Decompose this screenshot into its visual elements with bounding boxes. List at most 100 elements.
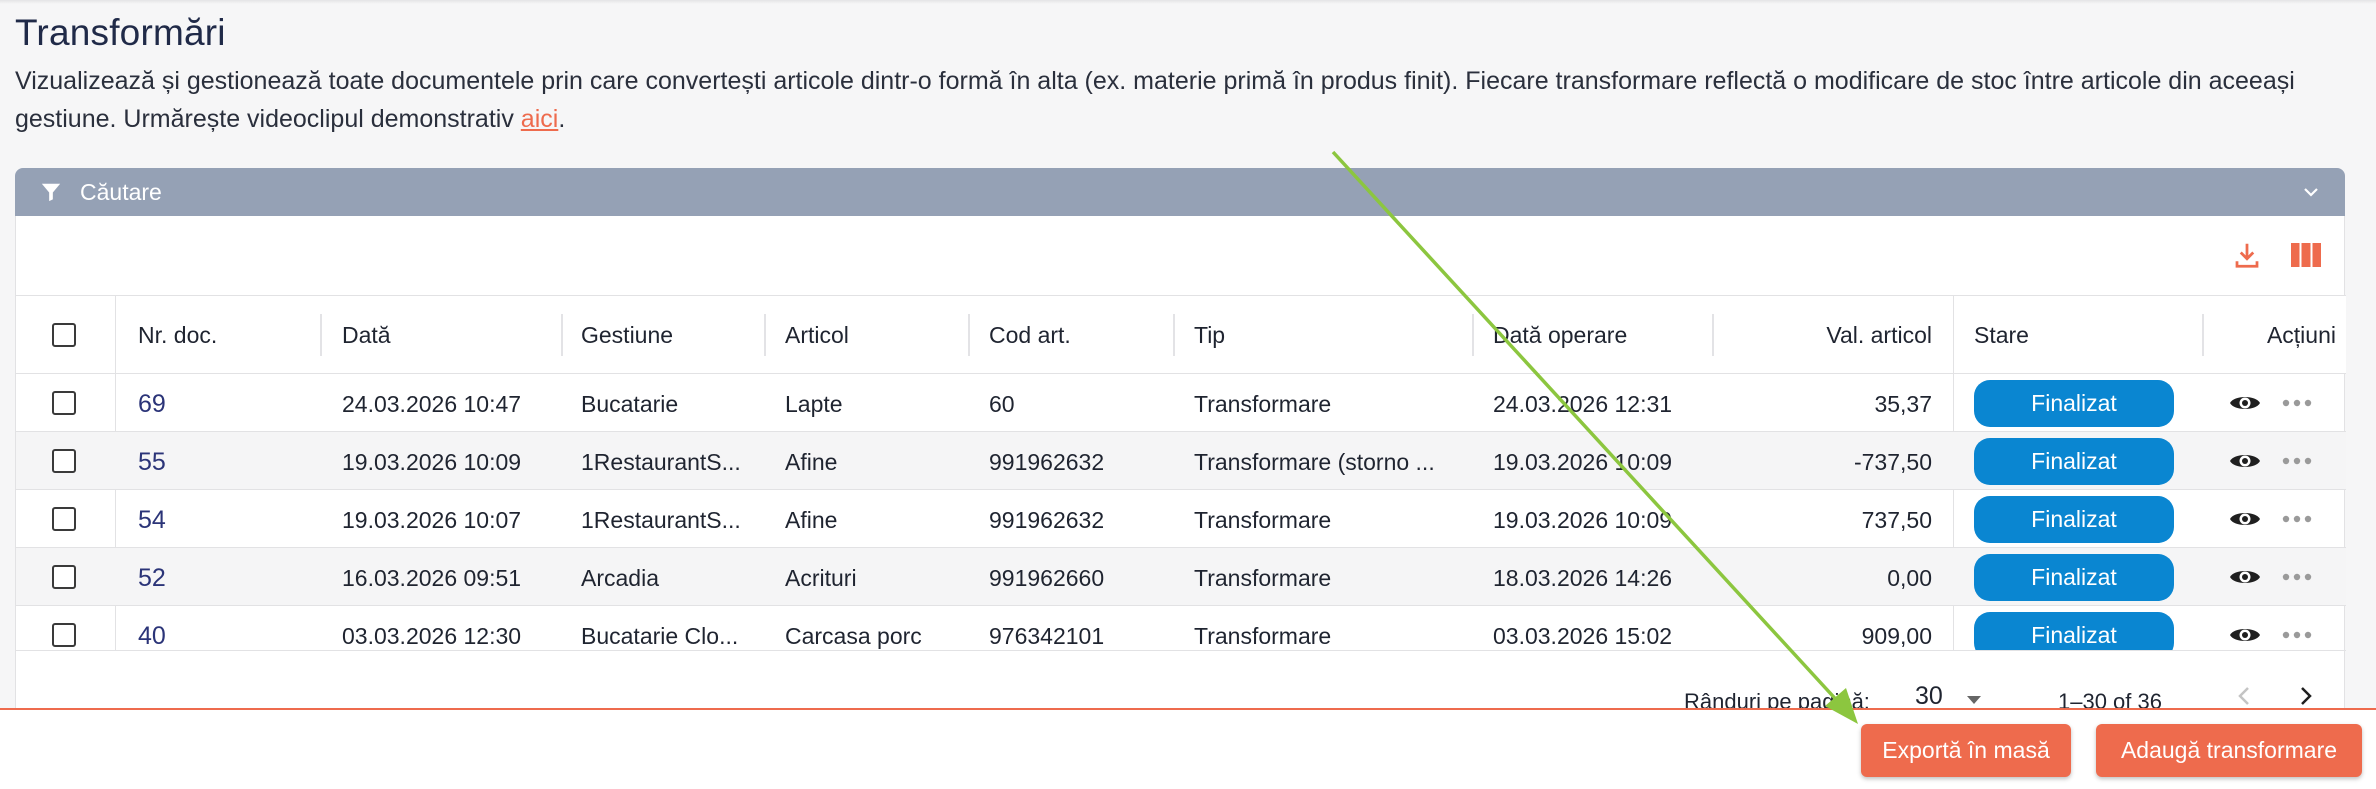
- page-title: Transformări: [15, 12, 226, 53]
- cell-data-operare: 24.03.2026 12:31: [1493, 391, 1673, 417]
- doc-number-link[interactable]: 55: [138, 448, 166, 477]
- cell-tip: Transformare: [1194, 507, 1332, 533]
- column-separator: [968, 314, 970, 356]
- column-separator: [1173, 314, 1175, 356]
- export-bulk-button[interactable]: Exportă în masă: [1861, 724, 2071, 777]
- row-checkbox[interactable]: [52, 507, 76, 531]
- next-page-icon[interactable]: [2296, 684, 2316, 708]
- column-separator: [561, 314, 563, 356]
- cell-val-articol: 35,37: [1874, 391, 1932, 417]
- col-header-tip[interactable]: Tip: [1194, 296, 1225, 375]
- doc-number-link[interactable]: 54: [138, 506, 166, 535]
- status-badge[interactable]: Finalizat: [1974, 380, 2174, 427]
- column-separator: [320, 314, 322, 356]
- cell-data-operare: 03.03.2026 15:02: [1493, 623, 1673, 649]
- page-description: Vizualizează și gestionează toate docume…: [15, 62, 2345, 138]
- more-options-icon[interactable]: [2282, 631, 2312, 639]
- previous-page-icon[interactable]: [2234, 684, 2254, 708]
- status-badge[interactable]: Finalizat: [1974, 438, 2174, 485]
- col-header-gestiune[interactable]: Gestiune: [581, 296, 673, 375]
- row-checkbox[interactable]: [52, 565, 76, 589]
- eye-icon[interactable]: [2229, 566, 2261, 588]
- cell-val-articol: 737,50: [1861, 507, 1932, 533]
- row-checkbox[interactable]: [52, 391, 76, 415]
- top-shadow: [0, 0, 2376, 4]
- more-options-icon[interactable]: [2282, 515, 2312, 523]
- more-options-icon[interactable]: [2282, 573, 2312, 581]
- cell-val-articol: -737,50: [1853, 449, 1932, 475]
- description-end: .: [558, 105, 566, 133]
- cell-cod-art: 991962632: [989, 507, 1105, 533]
- table-row[interactable]: 55 19.03.2026 10:09 1RestaurantS... Afin…: [16, 432, 2346, 490]
- doc-number-link[interactable]: 69: [138, 390, 166, 419]
- cell-cod-art: 991962660: [989, 565, 1105, 591]
- cell-gestiune: Bucatarie Clo...: [581, 623, 739, 649]
- cell-data-operare: 19.03.2026 10:09: [1493, 507, 1673, 533]
- cell-val-articol: 0,00: [1887, 565, 1932, 591]
- table-row[interactable]: 54 19.03.2026 10:07 1RestaurantS... Afin…: [16, 490, 2346, 548]
- status-badge[interactable]: Finalizat: [1974, 612, 2174, 650]
- cell-gestiune: Arcadia: [581, 565, 659, 591]
- table-header: Nr. doc. Dată Gestiune Articol Cod art. …: [16, 295, 2346, 374]
- col-header-nr-doc[interactable]: Nr. doc.: [138, 296, 217, 375]
- eye-icon[interactable]: [2229, 392, 2261, 414]
- cell-articol: Afine: [785, 507, 838, 533]
- cell-tip: Transformare: [1194, 623, 1332, 649]
- cell-cod-art: 991962632: [989, 449, 1105, 475]
- cell-data: 24.03.2026 10:47: [342, 391, 522, 417]
- select-all-checkbox[interactable]: [52, 323, 76, 347]
- table-row[interactable]: 69 24.03.2026 10:47 Bucatarie Lapte 60 T…: [16, 374, 2346, 432]
- eye-icon[interactable]: [2229, 508, 2261, 530]
- doc-number-link[interactable]: 40: [138, 622, 166, 650]
- table-row[interactable]: 52 16.03.2026 09:51 Arcadia Acrituri 991…: [16, 548, 2346, 606]
- eye-icon[interactable]: [2229, 624, 2261, 646]
- cell-cod-art: 60: [989, 391, 1015, 417]
- download-icon[interactable]: [2230, 238, 2264, 272]
- cell-data-operare: 18.03.2026 14:26: [1493, 565, 1673, 591]
- add-transformation-button[interactable]: Adaugă transformare: [2096, 724, 2362, 777]
- more-options-icon[interactable]: [2282, 457, 2312, 465]
- col-header-val-articol[interactable]: Val. articol: [1732, 296, 1932, 375]
- cell-articol: Lapte: [785, 391, 843, 417]
- cell-tip: Transformare: [1194, 391, 1332, 417]
- video-link[interactable]: aici: [521, 105, 559, 133]
- more-options-icon[interactable]: [2282, 399, 2312, 407]
- search-panel-header[interactable]: Căutare: [15, 168, 2345, 216]
- col-header-data[interactable]: Dată: [342, 296, 391, 375]
- cell-tip: Transformare: [1194, 565, 1332, 591]
- cell-gestiune: 1RestaurantS...: [581, 449, 741, 475]
- cell-cod-art: 976342101: [989, 623, 1105, 649]
- filter-icon: [41, 183, 61, 202]
- cell-gestiune: 1RestaurantS...: [581, 507, 741, 533]
- cell-data: 19.03.2026 10:09: [342, 449, 522, 475]
- cell-data: 16.03.2026 09:51: [342, 565, 522, 591]
- doc-number-link[interactable]: 52: [138, 564, 166, 593]
- table-row[interactable]: 40 03.03.2026 12:30 Bucatarie Clo... Car…: [16, 606, 2346, 650]
- eye-icon[interactable]: [2229, 450, 2261, 472]
- rows-per-page-select[interactable]: 30: [1915, 682, 1943, 711]
- cell-articol: Acrituri: [785, 565, 857, 591]
- cell-val-articol: 909,00: [1861, 623, 1932, 649]
- description-text: Vizualizează și gestionează toate docume…: [15, 67, 2295, 133]
- columns-icon[interactable]: [2289, 238, 2323, 272]
- search-label: Căutare: [80, 178, 162, 205]
- cell-tip: Transformare (storno ...: [1194, 449, 1435, 475]
- table-footer-divider: [16, 650, 2346, 651]
- row-checkbox[interactable]: [52, 623, 76, 647]
- col-header-data-operare[interactable]: Dată operare: [1493, 296, 1627, 375]
- col-header-articol[interactable]: Articol: [785, 296, 849, 375]
- row-checkbox[interactable]: [52, 449, 76, 473]
- column-separator: [1712, 314, 1714, 356]
- status-badge[interactable]: Finalizat: [1974, 496, 2174, 543]
- chevron-down-icon[interactable]: [2299, 180, 2323, 204]
- cell-data: 19.03.2026 10:07: [342, 507, 522, 533]
- cell-data-operare: 19.03.2026 10:09: [1493, 449, 1673, 475]
- chevron-down-icon[interactable]: [1964, 694, 1984, 706]
- status-badge[interactable]: Finalizat: [1974, 554, 2174, 601]
- cell-gestiune: Bucatarie: [581, 391, 679, 417]
- cell-articol: Afine: [785, 449, 838, 475]
- col-header-cod-art[interactable]: Cod art.: [989, 296, 1071, 375]
- table-card: Nr. doc. Dată Gestiune Articol Cod art. …: [15, 216, 2346, 714]
- col-header-stare[interactable]: Stare: [1974, 296, 2029, 375]
- col-header-actiuni: Acțiuni: [2266, 322, 2336, 348]
